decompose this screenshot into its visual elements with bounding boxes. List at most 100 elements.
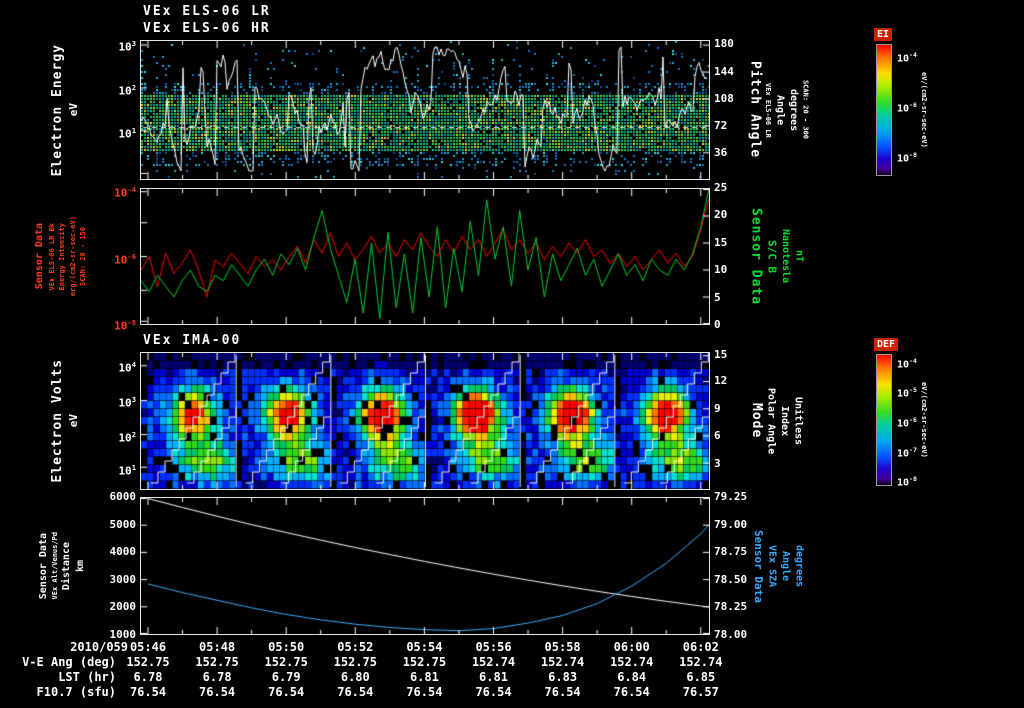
table-cell: 6.78 (133, 670, 163, 684)
colorbar-units-label: eV/(cm2-sr-sec-eV) (920, 382, 929, 458)
p1-right-tick-label: 36 (714, 146, 728, 160)
p4-right-tick-label: 78.25 (714, 600, 748, 614)
p2-y-tick-label: 10-4 (114, 185, 136, 200)
table-cell: 152.74 (679, 655, 723, 669)
p3-y-tick-label: 104 (118, 359, 136, 375)
angle-label: Angle (774, 94, 786, 126)
x-tick-label: 06:00 (613, 640, 650, 654)
p4-right-tick-label: 79.00 (714, 517, 748, 531)
p1-left-axis-label: Electron Energy eV (44, 40, 88, 180)
p2-right-tick-label: 10 (714, 263, 728, 277)
p4-y-tick-label: 5000 (109, 517, 137, 531)
table-cell: 152.75 (402, 655, 447, 669)
p4-right-axis-label: Sensor Data VEx SZA Angle degrees (750, 497, 806, 635)
eflux-colorbar-tick-label: 10-6 (897, 100, 917, 115)
eflux-colorbar (876, 44, 892, 176)
p3-y-tick-label: 103 (118, 395, 136, 410)
table-cell: 152.75 (333, 655, 377, 669)
def-colorbar-title: DEF (874, 338, 899, 351)
els-spectrogram-canvas (141, 41, 709, 179)
alt-venus-pd-label: VEx Alt/Venus/Pd (51, 532, 60, 600)
ev-units-label: eV (67, 414, 81, 428)
table-cell: 76.54 (613, 685, 650, 699)
scan-range-label: SCAN: 20 - 300 (801, 80, 810, 140)
sc-b-label: S/C B (765, 239, 779, 274)
p4-right-tick-label: 78.75 (714, 545, 748, 559)
degrees-label: degrees (787, 88, 799, 132)
table-cell: 76.54 (268, 685, 305, 699)
table-cell: 76.54 (129, 685, 167, 699)
intensity-bfield-canvas (141, 189, 709, 324)
p1-right-tick-label: 180 (714, 37, 734, 51)
table-cell: 76.54 (475, 685, 512, 699)
mode-label: Mode (749, 403, 765, 439)
p2-right-tick-label: 20 (714, 208, 728, 222)
index-label: Index (779, 405, 791, 437)
p3-right-tick-label: 6 (714, 429, 721, 443)
ev-units-label: eV (67, 103, 81, 117)
eflux-colorbar-title: EI (874, 28, 893, 41)
p3-right-tick-label: 15 (714, 347, 728, 361)
def-colorbar-tick-label: 10-5 (897, 386, 917, 400)
x-tick-label: 06:02 (682, 640, 719, 654)
unitless-label: Unitless (792, 396, 804, 446)
sensor-data-label: Sensor Data (752, 529, 766, 603)
p2-y-tick-label: 10-6 (114, 251, 136, 267)
table-cell: 76.57 (682, 685, 719, 699)
polar-angle-label: Polar Angle (765, 387, 777, 455)
electron-energy-label: Electron Energy (50, 43, 66, 177)
table-cell: 6.80 (340, 670, 370, 684)
table-cell: 76.54 (199, 685, 236, 699)
x-tick-label: 05:54 (406, 640, 443, 654)
panel3-title: VEx IMA-00 (143, 333, 242, 348)
p4-y-tick-label: 1000 (109, 628, 137, 641)
table-cell: 76.54 (544, 685, 581, 699)
p4-right-tick-label: 78.50 (714, 572, 748, 586)
eflux-colorbar-units: eV/(cm2-sr-sec-eV) (918, 44, 930, 176)
p1-right-axis-label: Pitch Angle VEx ELS-06 LR Angle degrees … (744, 40, 812, 180)
x-tick-label: 05:50 (268, 640, 305, 654)
table-cell: 152.74 (610, 655, 654, 669)
degrees-label: degrees (793, 544, 805, 588)
table-cell: 76.54 (337, 685, 374, 699)
colorbar-units-label: eV/(cm2-sr-sec-eV) (920, 72, 929, 148)
vex-sza-label: VEx SZA (766, 544, 778, 588)
p2-right-tick-label: 0 (714, 318, 721, 331)
p1-y-tick-label: 102 (118, 82, 136, 98)
date-label: 2010/059 (70, 640, 128, 654)
p4-y-tick-label: 3000 (109, 572, 137, 586)
table-cell: 6.79 (271, 670, 301, 684)
panel-altitude-sza (140, 497, 710, 635)
x-tick-label: 05:58 (544, 640, 581, 654)
p4-y-tick-label: 2000 (109, 600, 137, 614)
p4-right-tick-label: 78.00 (714, 628, 748, 641)
sensor-data-label: Sensor Data (748, 207, 764, 306)
p3-y-tick-label: 101 (118, 462, 136, 478)
x-tick-label: 05:48 (199, 640, 236, 654)
altitude-sza-canvas (141, 498, 709, 634)
p1-y-tick-label: 101 (118, 126, 136, 141)
def-colorbar-tick-label: 10-8 (897, 475, 917, 489)
sensor-data-label: Sensor Data (37, 532, 49, 600)
table-cell: 152.75 (264, 655, 308, 669)
p4-right-tick-label: 79.25 (714, 490, 748, 503)
ima-spectrogram-canvas (141, 353, 709, 489)
p2-right-axis-label: Sensor Data S/C B Nanotesla nT (746, 188, 806, 325)
table-row-label: F10.7 (sfu) (36, 685, 116, 699)
nanotesla-label: Nanotesla (779, 229, 791, 284)
eflux-colorbar-tick-label: 10-4 (897, 50, 917, 64)
p2-right-tick-label: 25 (714, 181, 728, 194)
p1-right-tick-label: 72 (714, 119, 728, 133)
km-units-label: km (74, 559, 86, 573)
table-cell: 76.54 (406, 685, 443, 699)
table-cell: 152.74 (540, 655, 585, 669)
p1-right-tick-label: 144 (714, 64, 734, 78)
def-colorbar-tick-label: 10-4 (897, 356, 917, 370)
table-cell: 6.78 (202, 670, 232, 684)
p3-y-tick-label: 102 (118, 429, 136, 445)
vex-quicklook-figure: VEx ELS-06 LR VEx ELS-06 HR VEx IMA-00 E… (0, 0, 1024, 708)
table-cell: 152.75 (195, 655, 239, 669)
p4-y-tick-label: 6000 (109, 490, 137, 503)
angle-label: Angle (780, 550, 792, 582)
p2-y-tick-label: 10-8 (114, 317, 136, 333)
